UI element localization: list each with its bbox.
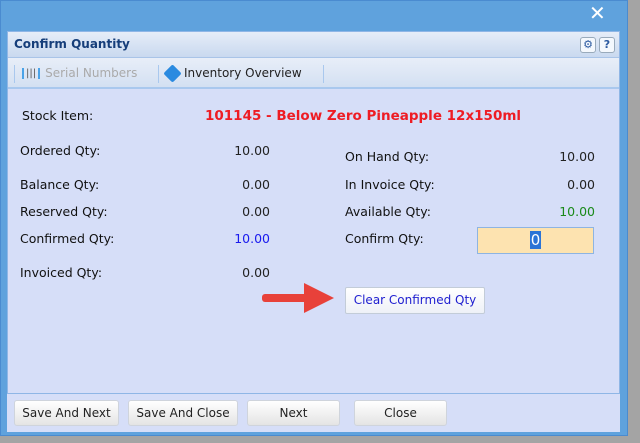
help-icon[interactable]: ? — [599, 37, 615, 53]
serial-numbers-button[interactable]: ||| Serial Numbers — [22, 66, 137, 80]
reserved-qty-value: 0.00 — [242, 204, 270, 219]
confirm-qty-value: 0 — [529, 231, 542, 249]
divider — [14, 65, 15, 83]
stock-item-label: Stock Item: — [22, 108, 94, 123]
on-hand-qty-label: On Hand Qty: — [345, 149, 430, 164]
arrow-annotation-icon — [262, 283, 334, 313]
balance-qty-value: 0.00 — [242, 177, 270, 192]
invoiced-qty-label: Invoiced Qty: — [20, 265, 103, 280]
available-qty-value: 10.00 — [559, 204, 595, 219]
dialog-header: Confirm Quantity ⚙ ? — [8, 32, 619, 58]
divider — [323, 65, 324, 83]
balance-qty-label: Balance Qty: — [20, 177, 100, 192]
reserved-qty-label: Reserved Qty: — [20, 204, 108, 219]
stock-item-value: 101145 - Below Zero Pineapple 12x150ml — [205, 108, 522, 124]
clear-confirmed-qty-button[interactable]: Clear Confirmed Qty — [345, 287, 485, 314]
in-invoice-qty-value: 0.00 — [567, 177, 595, 192]
confirm-qty-input[interactable]: 0 — [477, 227, 594, 254]
save-and-close-button[interactable]: Save And Close — [128, 400, 238, 426]
dialog-footer: Save And Next Save And Close Next Close — [7, 394, 620, 432]
inventory-overview-label: Inventory Overview — [184, 66, 302, 80]
confirm-qty-label: Confirm Qty: — [345, 231, 424, 246]
invoiced-qty-value: 0.00 — [242, 265, 270, 280]
divider — [158, 65, 159, 83]
dialog-title: Confirm Quantity — [14, 37, 130, 51]
save-and-next-button[interactable]: Save And Next — [14, 400, 119, 426]
in-invoice-qty-label: In Invoice Qty: — [345, 177, 435, 192]
confirmed-qty-value: 10.00 — [234, 231, 270, 246]
next-button[interactable]: Next — [247, 400, 340, 426]
toolbar: ||| Serial Numbers Inventory Overview — [8, 58, 619, 89]
ordered-qty-label: Ordered Qty: — [20, 143, 101, 158]
barcode-icon: ||| — [22, 67, 41, 79]
ordered-qty-value: 10.00 — [234, 143, 270, 158]
inventory-overview-button[interactable]: Inventory Overview — [163, 63, 302, 83]
close-button[interactable]: Close — [354, 400, 447, 426]
serial-numbers-label: Serial Numbers — [45, 66, 138, 80]
tag-icon — [163, 63, 182, 83]
settings-icon[interactable]: ⚙ — [580, 37, 596, 53]
confirmed-qty-label: Confirmed Qty: — [20, 231, 115, 246]
close-icon[interactable]: ✕ — [589, 1, 606, 25]
on-hand-qty-value: 10.00 — [559, 149, 595, 164]
available-qty-label: Available Qty: — [345, 204, 431, 219]
